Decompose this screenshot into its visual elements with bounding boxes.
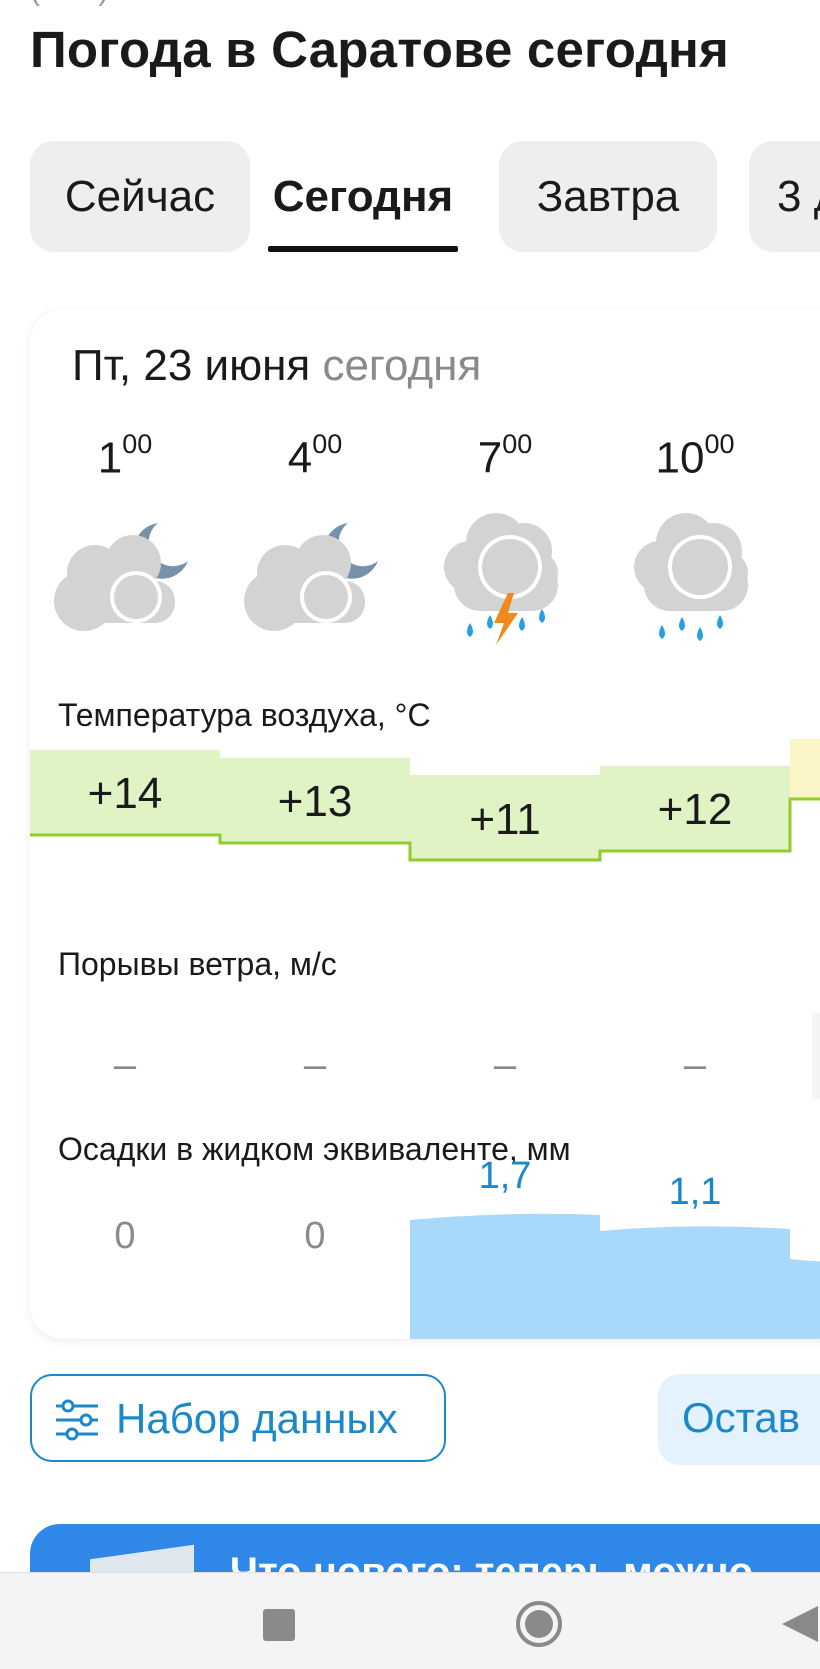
hour-value: 10 (655, 433, 705, 483)
back-button-icon[interactable] (778, 1603, 820, 1645)
page-title: Погода в Саратове сегодня (30, 21, 730, 78)
promo-banner[interactable]: Что нового: теперь можно (30, 1524, 820, 1572)
precipitation-value: 1,7 (478, 1155, 532, 1197)
partial-wind-cell (812, 1013, 820, 1099)
tab-tomorrow[interactable]: Завтра (499, 141, 717, 252)
tab-today[interactable]: Сегодня (268, 141, 458, 252)
system-navigation-bar (0, 1572, 820, 1669)
date-relative: сегодня (322, 341, 482, 390)
tab-label: Завтра (536, 172, 680, 221)
temperature-value: +14 (87, 769, 163, 818)
data-set-button-label: Набор данных (116, 1395, 398, 1442)
minute-value: 00 (502, 429, 533, 459)
promo-image (90, 1544, 194, 1572)
date-text: Пт, 23 июня (72, 341, 311, 390)
hour-value: 1 (97, 433, 123, 483)
tab-label: Сейчас (64, 172, 216, 221)
wind-gust-value: – (683, 1043, 707, 1087)
home-button-icon[interactable] (515, 1600, 563, 1648)
tab-label: Сегодня (272, 172, 454, 221)
leave-feedback-button-label: Остав (682, 1394, 801, 1441)
minute-value: 00 (704, 429, 735, 459)
partial-weather-icon (815, 501, 820, 651)
recents-button-icon[interactable] (263, 1609, 295, 1641)
minute-value: 00 (312, 429, 343, 459)
hour-slot: 400 (220, 429, 410, 484)
cloud-moon-icon (30, 501, 220, 651)
precipitation-value: 1,1 (668, 1171, 722, 1213)
temperature-value: +13 (277, 777, 353, 826)
cut-off-text: (... ...) (30, 0, 108, 8)
rain-cloud-icon (600, 501, 790, 651)
cloud-moon-icon (220, 501, 410, 651)
app-page: (... ...) Погода в Саратове сегодня Сейч… (0, 0, 820, 1572)
hour-value: 4 (287, 433, 313, 483)
precipitation-value: 0 (114, 1215, 136, 1257)
active-tab-underline (268, 246, 458, 252)
temperature-value: +12 (657, 785, 733, 834)
tab-3-days[interactable]: 3 д (749, 141, 820, 252)
hour-slot: 100 (30, 429, 220, 484)
wind-gust-value: – (113, 1043, 137, 1087)
period-tabs: Сейчас Сегодня Завтра 3 д (30, 141, 820, 252)
forecast-card: Пт, 23 июня сегодня 100 400 700 1000 Тем… (30, 309, 820, 1339)
tab-label: 3 д (777, 172, 820, 221)
leave-feedback-button[interactable]: Остав (658, 1374, 820, 1465)
temperature-value: +11 (469, 795, 541, 844)
precipitation-value: 0 (304, 1215, 326, 1257)
thunderstorm-rain-icon (410, 501, 600, 651)
wind-gusts-label: Порывы ветра, м/с (58, 946, 337, 982)
hour-slot: 1000 (600, 429, 790, 484)
data-set-button[interactable]: Набор данных (30, 1374, 446, 1462)
minute-value: 00 (122, 429, 153, 459)
hour-slot: 700 (410, 429, 600, 484)
promo-text: Что нового: теперь можно (230, 1550, 754, 1572)
temperature-label: Температура воздуха, °C (58, 697, 431, 733)
sliders-icon (56, 1399, 98, 1441)
wind-gust-value: – (493, 1043, 517, 1087)
hour-value: 7 (477, 433, 503, 483)
wind-gust-value: – (303, 1043, 327, 1087)
tab-now[interactable]: Сейчас (30, 141, 250, 252)
forecast-date: Пт, 23 июня сегодня (72, 341, 481, 391)
